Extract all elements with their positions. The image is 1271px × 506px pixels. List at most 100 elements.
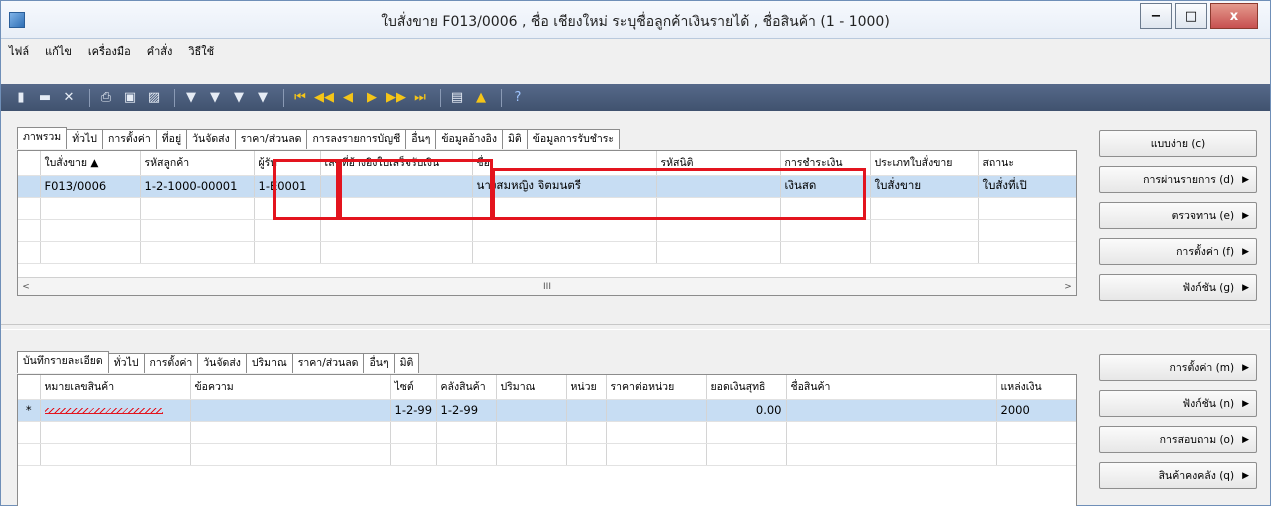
tab-posting[interactable]: การลงรายการบัญชี [306, 129, 407, 149]
menu-edit[interactable]: แก้ไข [45, 42, 72, 60]
col-item-number[interactable]: หมายเลขสินค้า [40, 375, 191, 400]
menu-command[interactable]: คำสั่ง [147, 42, 173, 60]
previous-record-icon[interactable]: ◀ [338, 88, 358, 108]
tab-line-general[interactable]: ทั่วไป [107, 353, 145, 373]
functions-button[interactable]: ฟังก์ชัน (g) ▶ [1099, 274, 1257, 301]
cell-unit[interactable] [566, 399, 607, 422]
col-item-name[interactable]: ชื่อสินค้า [786, 375, 997, 400]
horizontal-scrollbar[interactable]: < III > [18, 277, 1076, 295]
tab-delivery-date[interactable]: วันจัดส่ง [186, 129, 236, 149]
cell-unit-price[interactable] [606, 399, 707, 422]
menu-tools[interactable]: เครื่องมือ [88, 42, 131, 60]
tab-dimension[interactable]: มิติ [501, 129, 528, 149]
tab-line-price[interactable]: ราคา/ส่วนลด [291, 353, 365, 373]
last-record-icon[interactable]: ⏭ [410, 88, 430, 108]
col-legal-code[interactable]: รหัสนิติ [656, 151, 781, 176]
line-setup-button[interactable]: การตั้งค่า (m) ▶ [1099, 354, 1257, 381]
col-fund-source[interactable]: แหล่งเงิน [996, 375, 1076, 400]
filter-icon[interactable]: ▼ [181, 88, 201, 108]
cell-receiver[interactable]: 1-E0001 [254, 175, 321, 198]
col-net-amount[interactable]: ยอดเงินสุทธิ [706, 375, 787, 400]
table-row[interactable] [18, 241, 1076, 264]
cell-status[interactable]: ใบสั่งที่เปิ [978, 175, 1076, 198]
simple-button[interactable]: แบบง่าย (c) [1099, 130, 1257, 157]
col-unit-price[interactable]: ราคาต่อหน่วย [606, 375, 707, 400]
next-record-icon[interactable]: ▶ [362, 88, 382, 108]
col-customer-account[interactable]: รหัสลูกค้า [140, 151, 255, 176]
col-site[interactable]: ไซต์ [390, 375, 437, 400]
first-record-icon[interactable]: ⏮ [290, 88, 310, 108]
tab-payment-info[interactable]: ข้อมูลการรับชำระ [526, 129, 621, 149]
col-warehouse[interactable]: คลังสินค้า [436, 375, 497, 400]
line-inventory-button[interactable]: สินค้าคงคลัง (q) ▶ [1099, 462, 1257, 489]
cell-sales-order[interactable]: F013/0006 [40, 175, 141, 198]
table-row[interactable] [18, 443, 1076, 466]
help-icon[interactable]: ? [508, 88, 528, 108]
print-icon[interactable]: ⎙ [96, 88, 116, 108]
table-row[interactable] [18, 421, 1076, 444]
minimize-button[interactable]: − [1140, 3, 1172, 29]
tab-address[interactable]: ที่อยู่ [155, 129, 188, 149]
col-quantity[interactable]: ปริมาณ [496, 375, 567, 400]
attachment-icon[interactable]: ▤ [447, 88, 467, 108]
col-order-type[interactable]: ประเภทใบสั่งขาย [870, 151, 979, 176]
posting-button[interactable]: การผ่านรายการ (d) ▶ [1099, 166, 1257, 193]
cell-fund-source[interactable]: 2000 [996, 399, 1076, 422]
cell-text[interactable] [190, 399, 391, 422]
delete-icon[interactable]: ✕ [59, 88, 79, 108]
tab-general[interactable]: ทั่วไป [66, 129, 103, 149]
cell-warehouse[interactable]: 1-2-99 [436, 399, 497, 422]
col-receipt-reference[interactable]: เลขที่อ้างอิงใบเสร็จรับเงิน [320, 151, 473, 176]
cell-item-number[interactable] [40, 399, 191, 422]
tab-line-details[interactable]: บันทึกรายละเอียด [17, 351, 109, 373]
tab-line-quantity[interactable]: ปริมาณ [245, 353, 293, 373]
col-status[interactable]: สถานะ [978, 151, 1076, 176]
table-row[interactable]: F013/0006 1-2-1000-00001 1-E0001 นางสมหญ… [18, 175, 1076, 198]
menu-help[interactable]: วิธีใช้ [188, 42, 214, 60]
maximize-button[interactable]: □ [1175, 3, 1207, 29]
tab-line-other[interactable]: อื่นๆ [363, 353, 395, 373]
cell-customer-account[interactable]: 1-2-1000-00001 [140, 175, 255, 198]
export-icon[interactable]: ▨ [144, 88, 164, 108]
tab-line-dimension[interactable]: มิติ [393, 353, 420, 373]
inquiry-button[interactable]: ตรวจทาน (e) ▶ [1099, 202, 1257, 229]
cell-name[interactable]: นางสมหญิง จิตมนตรี [472, 175, 657, 198]
tab-price-discount[interactable]: ราคา/ส่วนลด [234, 129, 308, 149]
print-preview-icon[interactable]: ▣ [120, 88, 140, 108]
tab-line-delivery[interactable]: วันจัดส่ง [197, 353, 247, 373]
next-page-icon[interactable]: ▶▶ [386, 88, 406, 108]
setup-button[interactable]: การตั้งค่า (f) ▶ [1099, 238, 1257, 265]
menu-file[interactable]: ไฟล์ [9, 42, 29, 60]
col-text[interactable]: ข้อความ [190, 375, 391, 400]
cell-order-type[interactable]: ใบสั่งขาย [870, 175, 979, 198]
table-row[interactable] [18, 197, 1076, 220]
col-sales-order[interactable]: ใบสั่งขาย ▲ [40, 151, 141, 176]
save-icon[interactable]: ▬ [35, 88, 55, 108]
cell-net-amount[interactable]: 0.00 [706, 399, 787, 422]
cell-item-name[interactable] [786, 399, 997, 422]
col-receiver[interactable]: ผู้รับ [254, 151, 321, 176]
alert-icon[interactable]: ▲ [471, 88, 491, 108]
tab-line-setup[interactable]: การตั้งค่า [143, 353, 199, 373]
pane-splitter[interactable] [1, 324, 1270, 330]
table-row[interactable]: * 1-2-99 1-2-99 0.00 2000 [18, 399, 1076, 422]
remove-filter-icon[interactable]: ▼ [253, 88, 273, 108]
col-unit[interactable]: หน่วย [566, 375, 607, 400]
cell-payment[interactable]: เงินสด [780, 175, 871, 198]
scroll-left-icon[interactable]: < [18, 282, 34, 292]
cell-quantity[interactable] [496, 399, 567, 422]
table-row[interactable] [18, 219, 1076, 242]
advanced-filter-icon[interactable]: ▼ [229, 88, 249, 108]
filter-by-selection-icon[interactable]: ▼ [205, 88, 225, 108]
line-inquiry-button[interactable]: การสอบถาม (o) ▶ [1099, 426, 1257, 453]
col-payment[interactable]: การชำระเงิน [780, 151, 871, 176]
cell-receipt-reference[interactable] [320, 175, 473, 198]
tab-other[interactable]: อื่นๆ [405, 129, 437, 149]
scroll-right-icon[interactable]: > [1060, 282, 1076, 292]
tab-overview[interactable]: ภาพรวม [17, 127, 68, 149]
cell-legal-code[interactable] [656, 175, 781, 198]
cell-site[interactable]: 1-2-99 [390, 399, 437, 422]
tab-setup[interactable]: การตั้งค่า [101, 129, 157, 149]
previous-page-icon[interactable]: ◀◀ [314, 88, 334, 108]
new-icon[interactable]: ▮ [11, 88, 31, 108]
